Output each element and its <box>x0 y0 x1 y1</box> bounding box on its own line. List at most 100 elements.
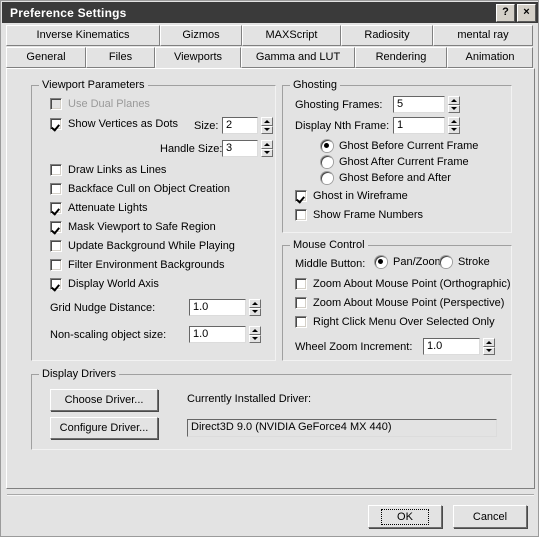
checkbox-use-dual-planes-box[interactable] <box>50 98 62 110</box>
checkbox-show-frame-numbers[interactable]: Show Frame Numbers <box>295 209 423 221</box>
checkbox-filter-environment-box[interactable] <box>50 259 62 271</box>
checkbox-use-dual-planes-label: Use Dual Planes <box>68 98 150 110</box>
ok-button[interactable]: OK <box>368 505 442 528</box>
size-label: Size: <box>194 120 219 132</box>
checkbox-backface-cull-box[interactable] <box>50 183 62 195</box>
ghosting-frames-input[interactable]: 5 <box>393 96 445 113</box>
radio-pan-zoom[interactable]: Pan/Zoom <box>375 256 444 268</box>
checkbox-zoom-about-mouse-orthographic[interactable]: Zoom About Mouse Point (Orthographic) <box>295 278 510 290</box>
radio-pan-zoom-button[interactable] <box>375 256 387 268</box>
display-nth-frame-input[interactable]: 1 <box>393 117 445 134</box>
close-icon[interactable]: × <box>517 4 536 22</box>
group-mouse-control: Mouse Control Middle Button: Pan/Zoom St… <box>282 239 512 361</box>
checkbox-right-click-menu[interactable]: Right Click Menu Over Selected Only <box>295 316 495 328</box>
tab-files[interactable]: Files <box>86 47 155 68</box>
checkbox-mask-viewport-safe-region[interactable]: Mask Viewport to Safe Region <box>50 221 216 233</box>
checkbox-display-world-axis-box[interactable] <box>50 278 62 290</box>
titlebar-buttons: ? × <box>496 4 536 22</box>
group-display-drivers: Display Drivers Choose Driver... Configu… <box>31 368 512 450</box>
group-viewport-parameters-title: Viewport Parameters <box>39 79 148 91</box>
checkbox-ghost-in-wireframe-box[interactable] <box>295 190 307 202</box>
tab-radiosity[interactable]: Radiosity <box>341 25 433 46</box>
checkbox-show-vertices-as-dots[interactable]: Show Vertices as Dots <box>50 118 178 130</box>
tab-animation[interactable]: Animation <box>447 47 533 68</box>
handle-size-input[interactable]: 3 <box>222 140 258 157</box>
size-input[interactable]: 2 <box>222 117 258 134</box>
checkbox-attenuate-lights[interactable]: Attenuate Lights <box>50 202 148 214</box>
tab-mental-ray[interactable]: mental ray <box>433 25 533 46</box>
radio-ghost-after-current-frame[interactable]: Ghost After Current Frame <box>321 156 469 168</box>
checkbox-display-world-axis[interactable]: Display World Axis <box>50 278 159 290</box>
radio-ghost-after-current-frame-label: Ghost After Current Frame <box>339 156 469 168</box>
handle-size-spinner[interactable] <box>261 140 273 157</box>
display-nth-frame-spinner[interactable] <box>448 117 460 134</box>
checkbox-use-dual-planes[interactable]: Use Dual Planes <box>50 98 150 110</box>
checkbox-mask-viewport-safe-region-label: Mask Viewport to Safe Region <box>68 221 216 233</box>
radio-ghost-before-and-after[interactable]: Ghost Before and After <box>321 172 451 184</box>
radio-ghost-after-current-frame-button[interactable] <box>321 156 333 168</box>
radio-ghost-before-and-after-button[interactable] <box>321 172 333 184</box>
group-ghosting-title: Ghosting <box>290 79 341 91</box>
choose-driver-button[interactable]: Choose Driver... <box>50 389 158 411</box>
checkbox-attenuate-lights-box[interactable] <box>50 202 62 214</box>
group-ghosting: Ghosting Ghosting Frames: 5 Display Nth … <box>282 79 512 233</box>
checkbox-zoom-about-mouse-orthographic-box[interactable] <box>295 278 307 290</box>
checkbox-attenuate-lights-label: Attenuate Lights <box>68 202 148 214</box>
wheel-zoom-increment-input[interactable]: 1.0 <box>423 338 480 355</box>
checkbox-update-background-box[interactable] <box>50 240 62 252</box>
installed-driver-value: Direct3D 9.0 (NVIDIA GeForce4 MX 440) <box>187 419 497 437</box>
tab-rendering[interactable]: Rendering <box>355 47 447 68</box>
checkbox-show-frame-numbers-box[interactable] <box>295 209 307 221</box>
tab-maxscript[interactable]: MAXScript <box>242 25 341 46</box>
checkbox-draw-links-as-lines-label: Draw Links as Lines <box>68 164 167 176</box>
help-icon[interactable]: ? <box>496 4 515 22</box>
configure-driver-button[interactable]: Configure Driver... <box>50 417 158 439</box>
radio-ghost-before-current-frame[interactable]: Ghost Before Current Frame <box>321 140 478 152</box>
checkbox-mask-viewport-safe-region-box[interactable] <box>50 221 62 233</box>
radio-ghost-before-current-frame-button[interactable] <box>321 140 333 152</box>
handle-size-label: Handle Size: <box>160 143 223 155</box>
cancel-button[interactable]: Cancel <box>453 505 527 528</box>
size-spinner[interactable] <box>261 117 273 134</box>
checkbox-show-frame-numbers-label: Show Frame Numbers <box>313 209 424 221</box>
checkbox-zoom-about-mouse-perspective-box[interactable] <box>295 297 307 309</box>
wheel-zoom-increment-spinner[interactable] <box>483 338 495 355</box>
grid-nudge-distance-input[interactable]: 1.0 <box>189 299 246 316</box>
checkbox-zoom-about-mouse-perspective-label: Zoom About Mouse Point (Perspective) <box>313 297 505 309</box>
checkbox-ghost-in-wireframe[interactable]: Ghost in Wireframe <box>295 190 408 202</box>
checkbox-filter-environment[interactable]: Filter Environment Backgrounds <box>50 259 225 271</box>
ok-button-label: OK <box>381 508 429 525</box>
radio-ghost-before-and-after-label: Ghost Before and After <box>339 172 451 184</box>
checkbox-right-click-menu-label: Right Click Menu Over Selected Only <box>313 316 495 328</box>
checkbox-show-vertices-as-dots-box[interactable] <box>50 118 62 130</box>
non-scaling-object-size-input[interactable]: 1.0 <box>189 326 246 343</box>
choose-driver-button-label: Choose Driver... <box>64 394 144 406</box>
tab-inverse-kinematics[interactable]: Inverse Kinematics <box>6 25 160 46</box>
tab-gamma-and-lut[interactable]: Gamma and LUT <box>241 47 355 68</box>
radio-stroke-button[interactable] <box>440 256 452 268</box>
ghosting-frames-spinner[interactable] <box>448 96 460 113</box>
checkbox-draw-links-as-lines-box[interactable] <box>50 164 62 176</box>
titlebar: Preference Settings ? × <box>2 2 538 23</box>
cancel-button-label: Cancel <box>472 510 508 523</box>
checkbox-backface-cull[interactable]: Backface Cull on Object Creation <box>50 183 230 195</box>
tab-row-2: General Files Viewports Gamma and LUT Re… <box>6 47 535 68</box>
tab-general[interactable]: General <box>6 47 86 68</box>
checkbox-filter-environment-label: Filter Environment Backgrounds <box>68 259 225 271</box>
tab-gizmos[interactable]: Gizmos <box>160 25 242 46</box>
non-scaling-object-size-spinner[interactable] <box>249 326 261 343</box>
group-viewport-parameters: Viewport Parameters Use Dual Planes Show… <box>31 79 276 361</box>
non-scaling-object-size-label: Non-scaling object size: <box>50 329 167 341</box>
checkbox-update-background[interactable]: Update Background While Playing <box>50 240 235 252</box>
grid-nudge-distance-spinner[interactable] <box>249 299 261 316</box>
checkbox-ghost-in-wireframe-label: Ghost in Wireframe <box>313 190 408 202</box>
checkbox-right-click-menu-box[interactable] <box>295 316 307 328</box>
checkbox-show-vertices-as-dots-label: Show Vertices as Dots <box>68 118 179 130</box>
tab-viewports[interactable]: Viewports <box>155 47 241 68</box>
checkbox-draw-links-as-lines[interactable]: Draw Links as Lines <box>50 164 166 176</box>
radio-stroke[interactable]: Stroke <box>440 256 490 268</box>
checkbox-zoom-about-mouse-perspective[interactable]: Zoom About Mouse Point (Perspective) <box>295 297 504 309</box>
configure-driver-button-label: Configure Driver... <box>59 422 149 434</box>
radio-pan-zoom-label: Pan/Zoom <box>393 256 444 268</box>
tab-row-1: Inverse Kinematics Gizmos MAXScript Radi… <box>6 25 535 46</box>
